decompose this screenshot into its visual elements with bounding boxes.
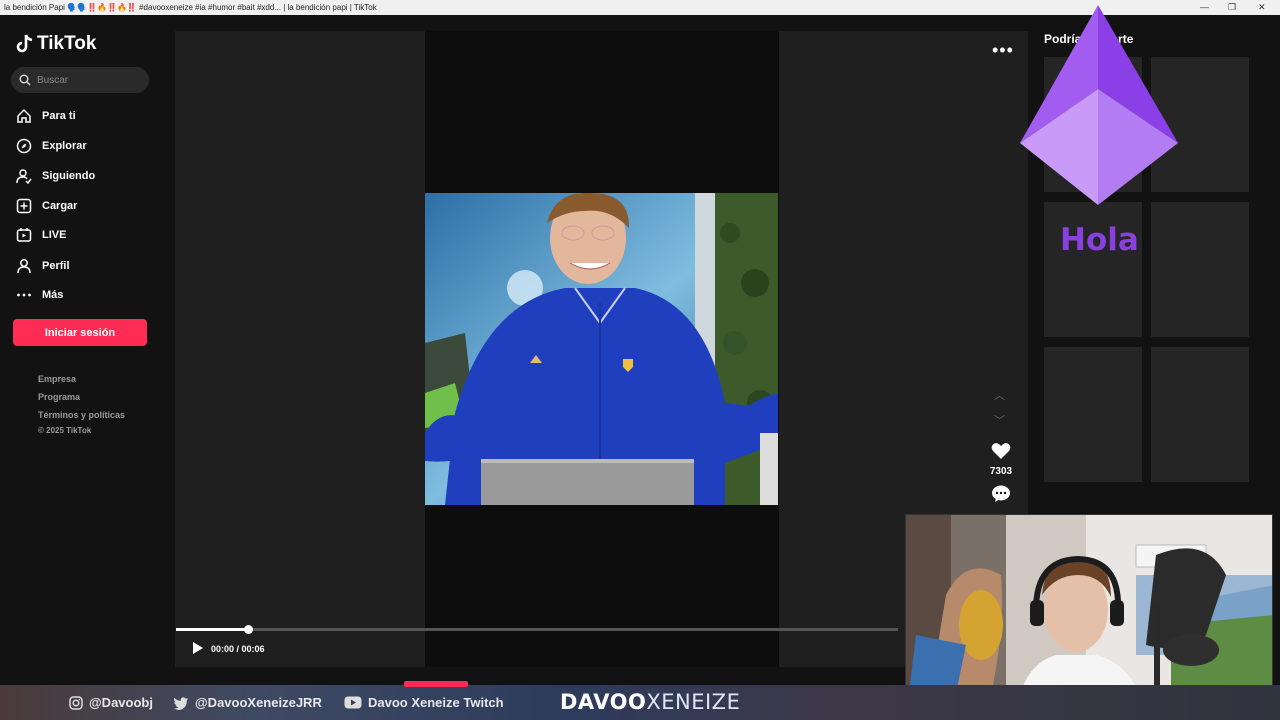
home-icon [16,108,32,124]
twitter-handle: @DavooXeneizeJRR [195,695,322,710]
following-icon [16,168,32,184]
progress-bar[interactable] [176,625,898,634]
nav-item-siguiendo[interactable]: Siguiendo [16,167,95,185]
nav-label: Siguiendo [42,170,96,182]
social-instagram: @Davoobj [69,695,153,710]
chevron-up-icon[interactable]: ︿ [994,387,1005,403]
video-blur-left [175,31,425,667]
social-twitter: @DavooXeneizeJRR [173,695,322,710]
video-image [425,193,778,505]
follow-button-partial[interactable] [404,681,468,687]
maximize-button[interactable]: ❐ [1228,0,1236,15]
nav-item-perfil[interactable]: Perfil [16,257,70,275]
twitter-icon [173,696,188,710]
live-icon [16,227,32,243]
like-count: 7303 [989,466,1013,477]
brand-bold: DAVOO [560,690,647,714]
overlay-text: Hola [1060,222,1139,258]
social-youtube: Davoo Xeneize Twitch [344,695,504,710]
footer-link-empresa[interactable]: Empresa [38,374,76,384]
video-frame[interactable] [425,193,778,505]
close-button[interactable]: ✕ [1258,0,1266,15]
tiktok-logo[interactable]: TikTok [16,33,96,55]
footer-link-terminos[interactable]: Términos y políticas [38,410,125,420]
time-readout: 00:00 / 00:06 [211,644,265,654]
tiktok-note-icon [16,34,33,53]
nav-item-live[interactable]: LIVE [16,226,66,244]
minimize-button[interactable]: — [1200,0,1209,15]
play-icon[interactable] [192,641,204,660]
nav-label: Más [42,289,64,301]
footer-link-programa[interactable]: Programa [38,392,80,402]
nav-item-cargar[interactable]: Cargar [16,197,77,215]
copyright: © 2025 TikTok [38,426,92,435]
search-icon [19,74,31,86]
suggestion-thumb[interactable] [1151,347,1249,482]
nav-label: Cargar [42,200,78,212]
nav-item-explorar[interactable]: Explorar [16,137,87,155]
instagram-handle: @Davoobj [89,695,153,710]
nav-label: Explorar [42,140,87,152]
compass-icon [16,138,32,154]
brand-name: TikTok [37,33,97,54]
nav-item-para-ti[interactable]: Para ti [16,107,76,125]
nav-label: Perfil [42,260,70,272]
progress-fill [176,628,249,631]
nav-item-mas[interactable]: Más [16,286,63,304]
suggestion-thumb[interactable] [1151,202,1249,337]
heart-icon[interactable] [991,442,1011,465]
nav-label: LIVE [42,229,67,241]
comment-icon[interactable] [991,485,1011,508]
window-title: la bendición Papi 🗣️🗣️‼️🔥‼️🔥‼️ #davooxen… [4,3,377,12]
more-options-icon[interactable]: ••• [992,40,1014,61]
upload-icon [16,198,32,214]
brand-light: XENEIZE [646,690,741,714]
sidebar: TikTok Para ti Explorar Siguiendo Cargar… [0,15,165,685]
nav-label: Para ti [42,110,76,122]
purple-crystal-logo [1018,5,1180,212]
youtube-channel: Davoo Xeneize Twitch [368,695,504,710]
chevron-down-icon[interactable]: ﹀ [994,412,1005,428]
youtube-icon [344,696,362,709]
instagram-icon [69,695,83,710]
profile-icon [16,258,32,274]
search-input[interactable] [37,74,137,86]
more-icon [16,287,32,303]
suggestion-thumb[interactable] [1044,347,1142,482]
streamer-brand: DAVOOXENEIZE [560,690,740,714]
search-box[interactable] [11,67,149,93]
login-button[interactable]: Iniciar sesión [13,319,147,346]
